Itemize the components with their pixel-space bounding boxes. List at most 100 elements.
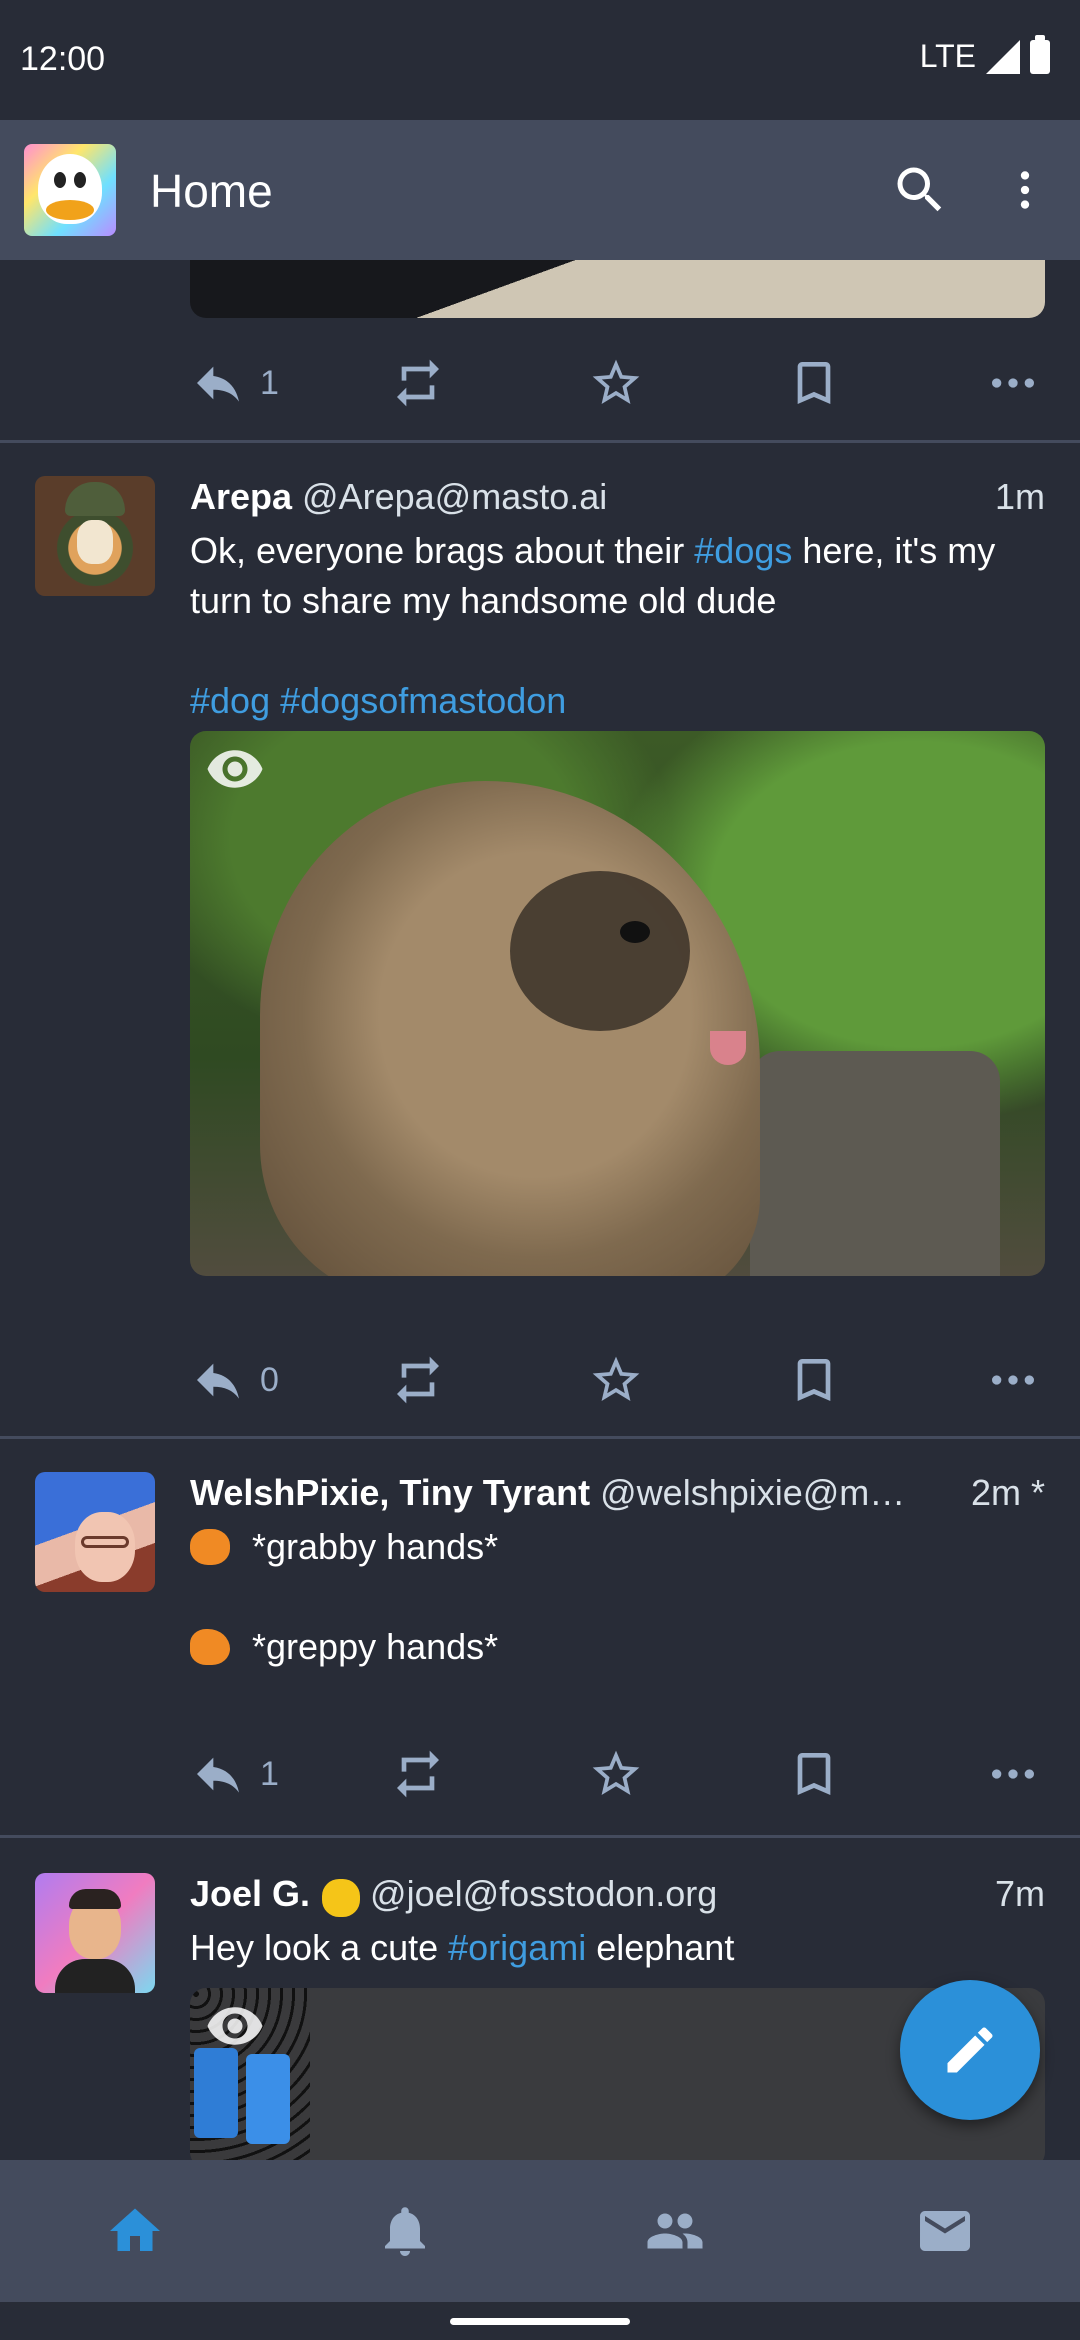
hashtag-link[interactable]: #origami [448,1927,586,1968]
duck-eye-right [74,172,86,188]
sticker-shape [246,2054,290,2144]
reply-count: 1 [260,363,279,402]
status-actions: 1 [190,1739,1045,1809]
status-indicators: LTE [919,34,1050,75]
favourite-button[interactable] [588,348,644,418]
reply-button[interactable]: 1 [190,348,279,418]
timestamp: 7m [994,1873,1045,1914]
people-icon [647,2213,703,2249]
favourite-button[interactable] [588,1739,644,1809]
status-header: Arepa @Arepa@masto.ai 1m [190,476,1045,526]
reply-count: 1 [260,1754,279,1793]
boost-icon [390,355,446,411]
bookmark-icon [786,355,842,411]
duck-bill [46,200,94,220]
timestamp: 1m [994,476,1045,517]
star-icon [588,1352,644,1408]
bookmark-button[interactable] [786,1739,842,1809]
boost-icon [390,1746,446,1802]
more-horiz-icon [985,1352,1041,1408]
star-icon [588,355,644,411]
account-avatar[interactable] [24,144,116,236]
account-handle[interactable]: @Arepa@masto.ai [302,476,981,526]
shirt-shape [55,1959,135,1993]
previous-post-media[interactable] [190,260,1045,318]
bottom-navigation [0,2160,1080,2302]
account-handle[interactable]: @joel@fosstodon.org [370,1873,981,1923]
more-horiz-icon [985,355,1041,411]
nav-direct-messages[interactable] [810,2160,1080,2302]
reply-icon [190,1746,246,1802]
network-label: LTE [919,38,976,74]
content-text: *greppy hands* [252,1626,499,1667]
boost-button[interactable] [390,348,446,418]
hashtag-link[interactable]: #dogsofmastodon [280,680,566,721]
status-content: Hey look a cute #origami elephant [190,1923,1045,1973]
more-horiz-icon [985,1746,1041,1802]
pug-muzzle-shape [510,871,690,1031]
more-button[interactable] [985,348,1041,418]
reply-button[interactable]: 1 [190,1739,279,1809]
eye-icon[interactable] [200,739,270,799]
status-header: Joel G. @joel@fosstodon.org 7m [190,1873,1045,1923]
home-timeline[interactable]: 1 Arepa @Arepa@masto.ai 1m Ok, everyone … [0,260,1080,2160]
sticker-shape [194,2048,238,2138]
status-item[interactable]: WelshPixie, Tiny Tyrant @welshpixie@m… 2… [0,1439,1080,1839]
boost-button[interactable] [390,1739,446,1809]
plant-pot-shape [750,1051,1000,1276]
nav-notifications[interactable] [270,2160,540,2302]
gesture-handle[interactable] [450,2318,630,2325]
avatar[interactable] [35,1472,155,1592]
reply-button[interactable]: 0 [190,1345,279,1415]
hashtag-link[interactable]: #dogs [694,530,792,571]
boost-icon [390,1352,446,1408]
more-vert-icon[interactable] [1000,160,1050,220]
duck-emoji-icon [322,1879,361,1917]
reply-icon [190,1352,246,1408]
content-text: *grabby hands* [252,1526,499,1567]
reply-icon [190,355,246,411]
bell-icon [385,2207,425,2256]
content-text: Ok, everyone brags about their [190,530,695,571]
status-media-image[interactable] [190,731,1045,1276]
content-text: elephant [586,1927,735,1968]
reply-count: 0 [260,1360,279,1399]
avatar[interactable] [35,476,155,596]
bookmark-button[interactable] [786,348,842,418]
account-handle[interactable]: @welshpixie@m… [600,1472,957,1522]
status-item[interactable]: Arepa @Arepa@masto.ai 1m Ok, everyone br… [0,443,1080,1443]
battery-icon [1030,34,1050,74]
bookmark-icon [786,1352,842,1408]
signal-icon [986,39,1020,74]
search-icon[interactable] [890,160,950,220]
hashtag-link[interactable]: #dog [190,680,270,721]
status-item[interactable]: Joel G. @joel@fosstodon.org 7m Hey look … [0,1838,1080,2160]
pug-eye-shape [620,921,650,943]
content-text: Hey look a cute [190,1927,449,1968]
more-button[interactable] [985,1345,1041,1415]
more-button[interactable] [985,1739,1041,1809]
boost-button[interactable] [390,1345,446,1415]
display-name[interactable]: WelshPixie, Tiny Tyrant [190,1472,590,1522]
mail-icon [920,2211,970,2251]
nav-home[interactable] [0,2160,270,2302]
display-name[interactable]: Joel G. [190,1873,310,1923]
compose-button[interactable] [900,1980,1040,2120]
avatar[interactable] [35,1873,155,1993]
bookmark-button[interactable] [786,1345,842,1415]
grabby-hands-emoji-icon [190,1529,230,1565]
content-line: *greppy hands* [190,1622,1045,1672]
status-content: Ok, everyone brags about their #dogs her… [190,526,1045,726]
favourite-button[interactable] [588,1345,644,1415]
glasses-shape [81,1536,129,1548]
nav-lists[interactable] [540,2160,810,2302]
eye-icon[interactable] [200,1996,270,2056]
hair-shape [69,1889,121,1909]
status-bar: 12:00 LTE [0,0,1080,120]
status-header: WelshPixie, Tiny Tyrant @welshpixie@m… 2… [190,1472,1045,1522]
page-title: Home [150,165,273,217]
beanie-shape [65,482,125,516]
display-name[interactable]: Arepa [190,476,292,526]
